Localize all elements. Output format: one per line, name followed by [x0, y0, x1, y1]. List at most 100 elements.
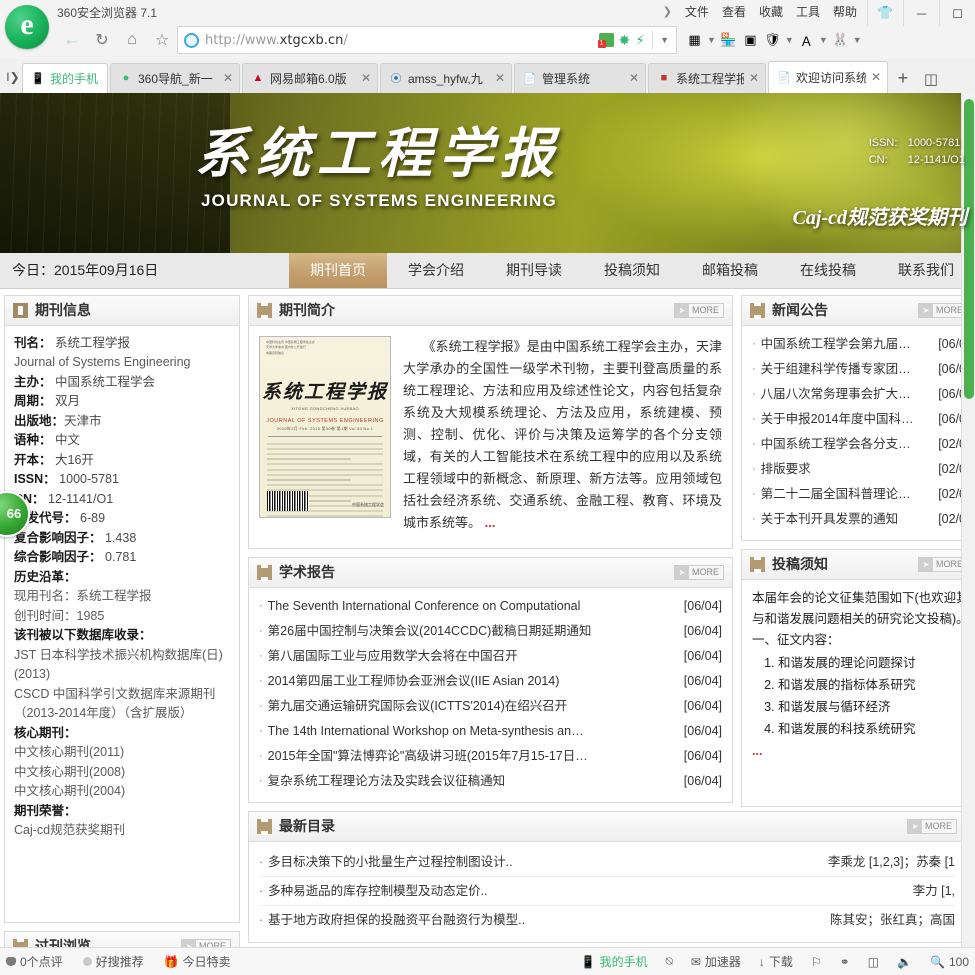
chevron-down-icon[interactable]: ▼: [785, 35, 794, 45]
list-item[interactable]: · 第八届国际工业与应用数学大会将在中国召开 [06/04]: [259, 644, 722, 669]
list-item[interactable]: · 复杂系统工程理论方法及实践会议征稿通知 [06/04]: [259, 769, 722, 794]
chevron-down-icon[interactable]: ▼: [819, 35, 828, 45]
nav-item-email-submission[interactable]: 邮箱投稿: [681, 253, 779, 288]
rabbit-icon[interactable]: 🐰: [831, 31, 850, 50]
address-bar[interactable]: http://www.xtgcxb.cn/ 1 ✸ ⚡ ▼: [177, 26, 677, 54]
shield-yen-icon[interactable]: 🛡: [763, 31, 782, 50]
home-icon[interactable]: ⌂: [117, 25, 147, 55]
reload-icon[interactable]: ↻: [87, 25, 117, 55]
list-item[interactable]: · 第26届中国控制与决策会议(2014CCDC)截稿日期延期通知 [06/04]: [259, 619, 722, 644]
status-zoom[interactable]: 🔍 100: [930, 955, 969, 969]
info-row: ISSN： 1000-5781: [14, 472, 119, 487]
menu-item-favorites[interactable]: 收藏: [759, 3, 783, 20]
status-daily-deal[interactable]: 🎁 今日特卖: [164, 953, 231, 970]
tab-welcome-journal[interactable]: 📄 欢迎访问系统工 ✕: [768, 60, 888, 93]
nav-item-submission-notes[interactable]: 投稿须知: [583, 253, 681, 288]
star-icon[interactable]: ☆: [147, 25, 177, 55]
back-arrow-icon[interactable]: ←: [57, 25, 87, 55]
barcode-icon: [267, 490, 309, 511]
status-comments[interactable]: 0个点评: [6, 953, 63, 970]
menu-item-view[interactable]: 查看: [722, 3, 746, 20]
menu-item-tools[interactable]: 工具: [796, 3, 820, 20]
tab-label: 360导航_新一: [138, 71, 213, 86]
bullet-icon: ·: [752, 462, 756, 475]
minimize-icon[interactable]: ─: [903, 0, 939, 26]
more-button[interactable]: ➤ MORE: [181, 938, 231, 947]
list-item[interactable]: · 中国系统工程学会各分支… [02/0: [752, 432, 966, 457]
translate-aa-icon[interactable]: Ａ: [797, 31, 816, 50]
status-shield[interactable]: ⚭: [840, 955, 850, 969]
intro-ellipsis[interactable]: ...: [485, 515, 496, 530]
nav-item-home[interactable]: 期刊首页: [289, 252, 387, 288]
status-my-phone[interactable]: 📱 我的手机: [581, 953, 648, 970]
tab-list-icon[interactable]: ◫: [918, 65, 944, 93]
status-flag[interactable]: ⚐: [811, 955, 822, 969]
nav-item-society[interactable]: 学会介绍: [387, 253, 485, 288]
status-haosou[interactable]: 好搜推荐: [82, 953, 144, 970]
new-tab-button[interactable]: +: [890, 65, 916, 93]
tab-journal-system[interactable]: ■ 系统工程学报; ✕: [648, 62, 766, 93]
skin-shirt-icon[interactable]: 👕: [867, 0, 903, 26]
submission-ellipsis[interactable]: ...: [752, 741, 966, 762]
list-item[interactable]: · 关于组建科学传播专家团… [06/0: [752, 357, 966, 382]
window-controls: 👕 ─ ◻: [867, 0, 975, 26]
list-item[interactable]: · The 14th International Workshop on Meta…: [259, 719, 722, 744]
tab-close-icon[interactable]: ✕: [871, 70, 881, 84]
list-item[interactable]: · 第九届交通运输研究国际会议(ICTTS'2014)在绍兴召开 [06/04]: [259, 694, 722, 719]
tab-close-icon[interactable]: ✕: [749, 71, 759, 85]
menu-item-file[interactable]: 文件: [685, 3, 709, 20]
nav-item-online-submission[interactable]: 在线投稿: [779, 253, 877, 288]
tab-my-phone[interactable]: 📱 我的手机: [22, 62, 108, 93]
tab-360-nav[interactable]: ● 360导航_新一 ✕: [110, 62, 240, 93]
tab-close-icon[interactable]: ✕: [223, 71, 233, 85]
list-item[interactable]: · 中国系统工程学会第九届… [06/0: [752, 332, 966, 357]
fan-icon[interactable]: ✸: [619, 32, 631, 49]
status-accelerator[interactable]: ✉ 加速器: [691, 953, 741, 970]
tab-management-system[interactable]: 📄 管理系统 ✕: [514, 62, 646, 93]
more-button[interactable]: ➤ MORE: [674, 564, 724, 580]
status-window[interactable]: ◫: [868, 955, 879, 969]
scrollbar-thumb[interactable]: [964, 98, 974, 399]
grid-icon: [750, 301, 765, 319]
journal-icon: ■: [660, 72, 668, 85]
issn-value: 1000-5781: [907, 136, 961, 149]
tab-close-icon[interactable]: ✕: [361, 71, 371, 85]
list-item[interactable]: · 八届八次常务理事会扩大… [06/0: [752, 382, 966, 407]
status-compass[interactable]: ⍉: [666, 954, 673, 969]
intro-body: 中国科协主管 中国系统工程学会主办 天津大学承办 国内外公开发行 本期页码信息 系统…: [249, 326, 732, 548]
tab-scroll-left-icon[interactable]: I❯: [4, 61, 22, 93]
menu-expand-icon[interactable]: ❯: [663, 5, 672, 18]
list-item[interactable]: · 关于本刊开具发票的通知 [02/0: [752, 507, 966, 532]
chevron-down-icon[interactable]: ▼: [707, 35, 716, 45]
tab-close-icon[interactable]: ✕: [629, 71, 639, 85]
tab-amss[interactable]: ⦿ amss_hyfw,九 ✕: [380, 62, 512, 93]
bullet-icon: ·: [752, 437, 756, 450]
list-item[interactable]: · The Seventh International Conference on…: [259, 594, 722, 619]
chevron-down-icon[interactable]: ▼: [660, 35, 669, 45]
tab-netease-mail[interactable]: ▲ 网易邮箱6.0版 ✕: [242, 62, 378, 93]
list-item[interactable]: · 2015年全国"算法博弈论"高级讲习班(2015年7月15-17日… [06/0…: [259, 744, 722, 769]
more-button[interactable]: ➤ MORE: [674, 302, 724, 318]
menu-item-help[interactable]: 帮助: [833, 3, 857, 20]
status-downloads[interactable]: ↓ 下载: [759, 953, 793, 970]
list-item[interactable]: · 第二十二届全国科普理论… [02/0: [752, 482, 966, 507]
nav-item-guide[interactable]: 期刊导读: [485, 253, 583, 288]
journal-cover-image[interactable]: 中国科协主管 中国系统工程学会主办 天津大学承办 国内外公开发行 本期页码信息 系统…: [259, 335, 391, 518]
maximize-icon[interactable]: ◻: [939, 0, 975, 26]
window-green-icon[interactable]: 1: [597, 33, 614, 48]
tab-label: amss_hyfw,九: [408, 71, 483, 86]
bolt-icon[interactable]: ⚡: [635, 32, 645, 49]
apps-grid-icon[interactable]: ▦: [685, 31, 704, 50]
banner-title-cn: 系统工程学报: [195, 123, 561, 184]
status-speaker[interactable]: 🔈: [897, 955, 912, 969]
list-item[interactable]: · 排版要求 [02/0: [752, 457, 966, 482]
chevron-down-icon[interactable]: ▼: [853, 35, 862, 45]
screenshot-icon[interactable]: ▣: [741, 31, 760, 50]
bookmark-color-icon[interactable]: 🏪: [719, 31, 738, 50]
list-item[interactable]: · 2014第四届工业工程师协会亚洲会议(IIE Asian 2014) [06/0…: [259, 669, 722, 694]
status-bar: 0个点评 好搜推荐 🎁 今日特卖 📱 我的手机 ⍉ ✉ 加速器 ↓ 下载 ⚐ ⚭…: [0, 947, 975, 975]
list-item[interactable]: · 关于申报2014年度中国科… [06/0: [752, 407, 966, 432]
tab-close-icon[interactable]: ✕: [495, 71, 505, 85]
panel-past-issues: 过刊浏览 ➤ MORE: [4, 930, 240, 947]
arrow-right-icon: ➤: [182, 939, 196, 947]
